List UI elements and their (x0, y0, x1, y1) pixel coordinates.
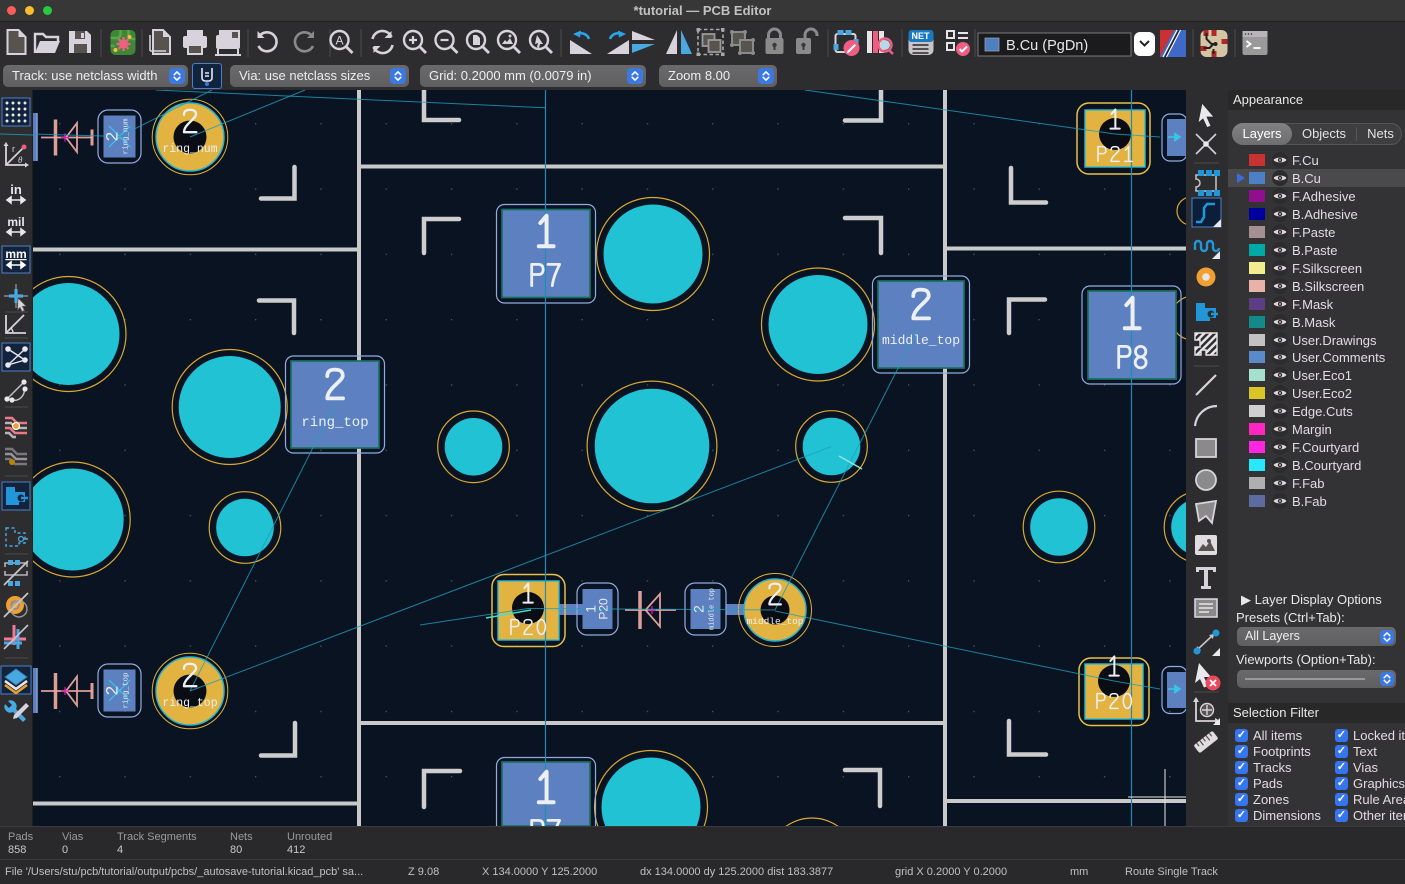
svg-text:middle top: middle top (709, 588, 717, 630)
svg-text:ring_top: ring_top (162, 697, 217, 710)
svg-text:in: in (10, 182, 22, 197)
svg-text:2: 2 (103, 686, 122, 695)
svg-text:A: A (335, 34, 343, 48)
svg-text:B.Cu (PgDn): B.Cu (PgDn) (1006, 38, 1088, 54)
svg-text:2: 2 (691, 605, 707, 613)
svg-text:ring_top: ring_top (123, 672, 131, 708)
svg-text:ring_top: ring_top (301, 415, 368, 431)
svg-text:θ: θ (18, 155, 23, 165)
svg-text:ring_num: ring_num (162, 143, 217, 156)
svg-text:NET: NET (912, 31, 931, 41)
svg-text:mil: mil (7, 215, 24, 229)
svg-text:ring_num: ring_num (123, 118, 131, 155)
svg-text:r: r (12, 144, 15, 154)
svg-text:middle_top: middle_top (882, 333, 960, 348)
svg-text:middle_top: middle_top (746, 616, 803, 627)
svg-text:2: 2 (103, 132, 122, 141)
svg-text:mm: mm (5, 247, 26, 261)
svg-text:P20: P20 (597, 598, 611, 620)
